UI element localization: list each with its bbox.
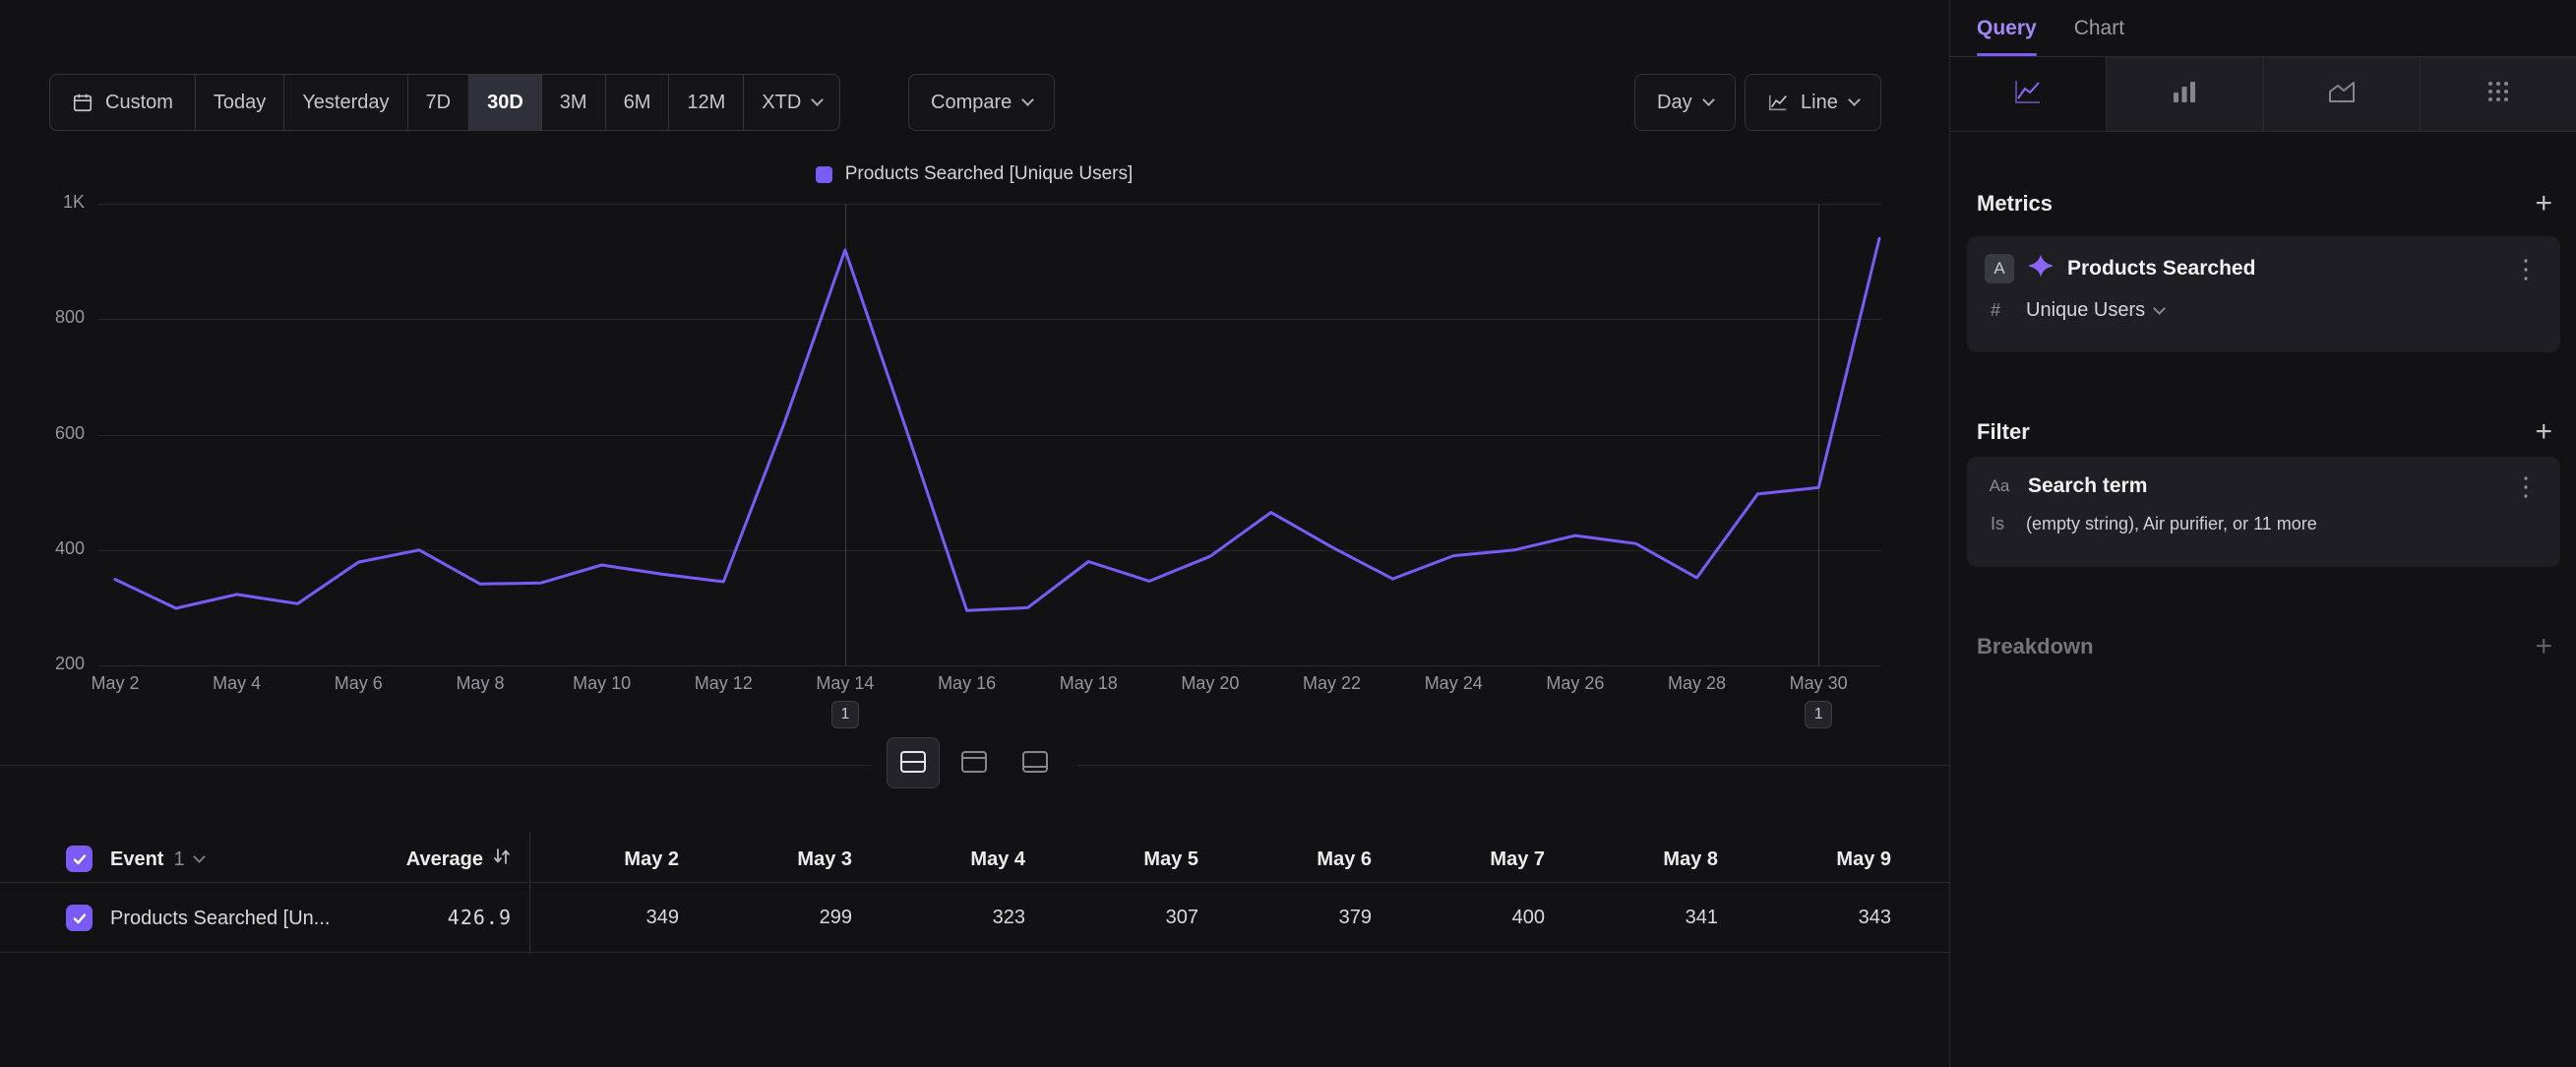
text-property-icon: Aa	[1985, 476, 2014, 496]
x-axis-label: May 16	[938, 673, 996, 694]
chevron-down-icon	[2153, 302, 2166, 315]
event-count: 1	[173, 848, 184, 871]
x-axis-label: May 18	[1060, 673, 1118, 694]
layout-table-icon	[960, 750, 988, 777]
x-axis-label: May 22	[1303, 673, 1361, 694]
analytics-insights-report: Custom Today Yesterday 7D 30D 3M 6M 12M …	[0, 0, 2576, 1067]
annotation-badge[interactable]: 1	[831, 701, 859, 728]
x-axis-label: May 10	[573, 673, 631, 694]
event-header-label: Event	[110, 848, 163, 871]
kebab-menu-icon[interactable]: ⋮	[2509, 256, 2543, 282]
y-axis-label: 400	[10, 538, 85, 559]
column-header[interactable]: May 4	[852, 837, 1025, 882]
chart-gridline	[98, 665, 1881, 666]
x-axis-label: May 2	[91, 673, 139, 694]
event-sparkle-icon	[2028, 253, 2054, 284]
column-header[interactable]: May 7	[1372, 837, 1545, 882]
filter-operator: Is	[1991, 514, 2010, 534]
x-axis-label: May 30	[1790, 673, 1848, 694]
row-average-value: 426.9	[448, 906, 512, 929]
column-header[interactable]: May 5	[1025, 837, 1198, 882]
row-checkbox[interactable]	[66, 905, 92, 931]
layout-chart-icon	[1021, 750, 1049, 777]
sidebar-tabs: Query Chart	[1950, 0, 2576, 56]
filter-section-heading: Filter +	[1977, 417, 2552, 447]
aggregation-dropdown[interactable]: Unique Users	[2026, 299, 2164, 322]
table-cell: 400	[1372, 883, 1545, 952]
filter-card[interactable]: Aa Search term ⋮ Is (empty string), Air …	[1967, 457, 2560, 567]
viz-line-chart-button[interactable]	[1950, 57, 2106, 131]
viz-area-chart-button[interactable]	[2263, 57, 2420, 131]
metrics-heading-label: Metrics	[1977, 191, 2053, 217]
tab-query[interactable]: Query	[1977, 0, 2037, 56]
x-axis-label: May 4	[213, 673, 261, 694]
tab-chart[interactable]: Chart	[2074, 0, 2124, 56]
table-cell: 341	[1545, 883, 1718, 952]
add-filter-button[interactable]: +	[2535, 417, 2552, 447]
y-axis-label: 1K	[10, 192, 85, 213]
x-axis-label: May 8	[456, 673, 504, 694]
x-axis-label: May 6	[335, 673, 383, 694]
y-axis-label: 800	[10, 307, 85, 328]
table-cell: 299	[679, 883, 852, 952]
visualization-picker	[1950, 56, 2576, 132]
table-cell: 379	[1198, 883, 1372, 952]
filter-heading-label: Filter	[1977, 419, 2030, 445]
y-axis-label: 200	[10, 654, 85, 674]
breakdown-heading-label: Breakdown	[1977, 634, 2094, 659]
metric-name: Products Searched	[2067, 257, 2495, 281]
average-column-header[interactable]: Average	[276, 837, 512, 882]
filter-value[interactable]: (empty string), Air purifier, or 11 more	[2026, 514, 2317, 534]
table-cell: 307	[1025, 883, 1198, 952]
column-header[interactable]: May 6	[1198, 837, 1372, 882]
line-chart-canvas[interactable]: 1K 800 600 400 200 May 2 May 4 May 6 May 8 May 10…	[0, 0, 1949, 778]
average-header-label: Average	[406, 848, 483, 871]
select-all-checkbox[interactable]	[66, 846, 92, 872]
kebab-menu-icon[interactable]: ⋮	[2509, 473, 2543, 499]
aggregation-symbol: #	[1991, 300, 2010, 321]
area-chart-icon	[2327, 78, 2357, 111]
table-header: Event 1 Average May 2 May 3 May 4 May 5 …	[0, 837, 1949, 882]
metrics-section-heading: Metrics +	[1977, 189, 2552, 219]
filter-property-name: Search term	[2028, 474, 2495, 498]
layout-split-view-button[interactable]	[887, 737, 940, 788]
aggregation-label: Unique Users	[2026, 299, 2145, 322]
x-axis-label: May 12	[695, 673, 753, 694]
add-breakdown-button[interactable]: +	[2535, 632, 2552, 661]
metric-card[interactable]: A Products Searched ⋮ # Unique Users	[1967, 236, 2560, 352]
query-builder-panel: Query Chart	[1949, 0, 2576, 1067]
column-header[interactable]: May 3	[679, 837, 852, 882]
series-letter-badge: A	[1985, 254, 2014, 283]
x-axis-label: May 28	[1668, 673, 1726, 694]
table-row: Products Searched [Un... 426.9 349 299 3…	[0, 882, 1949, 953]
layout-table-view-button[interactable]	[948, 737, 1001, 788]
x-axis-label: May 14	[816, 673, 874, 694]
event-column-header[interactable]: Event 1	[110, 837, 204, 882]
metric-grid-icon	[2484, 78, 2513, 111]
table-cell: 349	[506, 883, 679, 952]
layout-toggle-group	[871, 737, 1077, 788]
bar-chart-icon	[2170, 78, 2199, 111]
viz-bar-chart-button[interactable]	[2106, 57, 2262, 131]
column-header[interactable]: May 8	[1545, 837, 1718, 882]
table-cell: 343	[1718, 883, 1891, 952]
check-icon	[72, 910, 88, 926]
chevron-down-icon	[193, 850, 206, 863]
column-header[interactable]: May 2	[506, 837, 679, 882]
viz-metric-grid-button[interactable]	[2420, 57, 2576, 131]
add-metric-button[interactable]: +	[2535, 189, 2552, 219]
column-header[interactable]: May 9	[1718, 837, 1891, 882]
x-axis-label: May 24	[1425, 673, 1483, 694]
check-icon	[72, 851, 88, 867]
layout-split-icon	[899, 750, 927, 777]
annotation-badge[interactable]: 1	[1805, 701, 1832, 728]
layout-chart-view-button[interactable]	[1009, 737, 1062, 788]
line-chart-icon	[2013, 78, 2043, 111]
table-cell: 323	[852, 883, 1025, 952]
y-axis-label: 600	[10, 423, 85, 444]
x-axis-label: May 26	[1546, 673, 1604, 694]
x-axis-label: May 20	[1181, 673, 1239, 694]
chart-line-series[interactable]	[98, 204, 1881, 665]
breakdown-section-heading: Breakdown +	[1977, 632, 2552, 661]
